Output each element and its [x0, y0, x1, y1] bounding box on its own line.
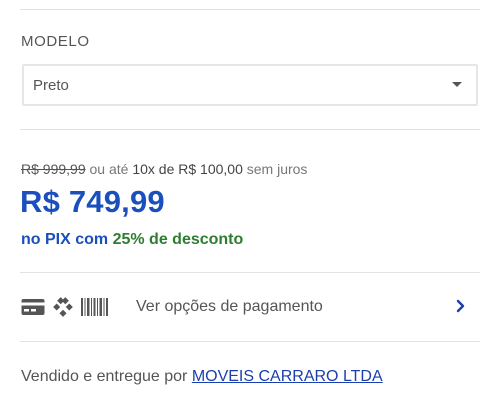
modelo-label: MODELO — [21, 33, 90, 50]
installment-connector: ou até — [89, 161, 129, 177]
modelo-selected-value: Preto — [33, 77, 69, 94]
pix-prefix: no PIX com — [21, 231, 109, 248]
barcode-icon — [81, 297, 109, 317]
main-price: R$ 749,99 — [20, 184, 165, 219]
seller-info: Vendido e entregue por MOVEIS CARRARO LT… — [21, 367, 383, 387]
pix-discount-info: no PIX com 25% de desconto — [21, 230, 243, 250]
chevron-right-icon — [456, 298, 466, 319]
payment-options-row[interactable]: Ver opções de pagamento — [0, 284, 500, 330]
payment-divider-top — [20, 272, 480, 273]
top-divider — [20, 9, 480, 10]
pix-discount: 25% de desconto — [112, 231, 244, 248]
price-divider — [20, 129, 480, 130]
payment-divider-bottom — [20, 341, 480, 342]
pix-icon — [53, 297, 73, 317]
no-interest-text: sem juros — [246, 161, 308, 177]
product-purchase-panel: MODELO Preto R$ 999,99 ou até 10x de R$ … — [0, 0, 500, 406]
payment-options-label: Ver opções de pagamento — [136, 298, 323, 315]
installment-info: R$ 999,99 ou até 10x de R$ 100,00 sem ju… — [21, 160, 307, 178]
installment-value: 10x de R$ 100,00 — [132, 161, 243, 177]
payment-icons — [21, 297, 109, 317]
seller-prefix: Vendido e entregue por — [21, 368, 188, 385]
old-price: R$ 999,99 — [21, 161, 86, 177]
modelo-select[interactable]: Preto — [22, 64, 478, 106]
chevron-down-icon — [452, 82, 462, 87]
credit-card-icon — [21, 298, 45, 316]
seller-link[interactable]: MOVEIS CARRARO LTDA — [192, 368, 383, 385]
